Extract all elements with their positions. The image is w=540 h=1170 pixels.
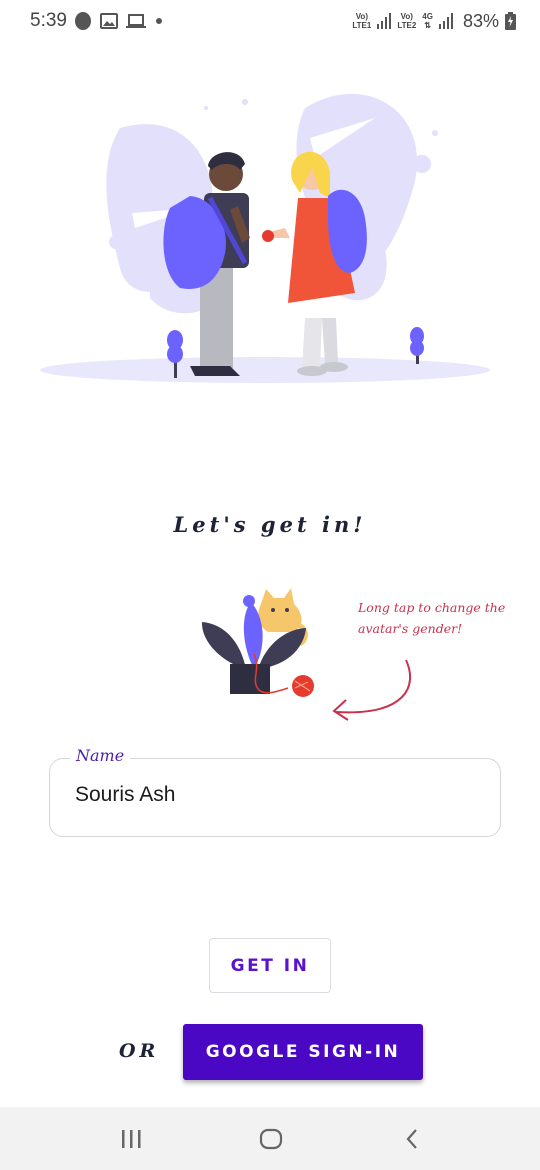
name-field[interactable]: Name Souris Ash [49,746,501,837]
signal-icon [438,13,453,29]
hint-arrow-icon [332,659,411,721]
image-icon [100,13,118,29]
notification-blob-icon [75,12,91,30]
name-field-label: Name [70,746,131,765]
recent-apps-icon [122,1129,141,1148]
battery-charging-icon [505,12,516,30]
signal-icon [377,13,392,29]
navigation-bar [0,1107,540,1170]
status-time: 5:39 [30,10,67,31]
dot-icon [156,18,162,24]
students-illustration [40,93,490,383]
home-icon [259,1128,283,1149]
laptop-icon [126,14,146,28]
home-button[interactable] [231,1107,311,1170]
back-button[interactable] [372,1107,452,1170]
name-field-value[interactable]: Souris Ash [75,783,175,807]
google-sign-in-button[interactable]: GOOGLE SIGN-IN [183,1024,423,1080]
network-type: 4G ⇅ [422,12,433,30]
recent-apps-button[interactable] [91,1107,171,1170]
avatar-hint: Long tap to change the avatar's gender! [358,600,506,636]
back-icon [406,1128,417,1149]
sim2-label: Vo) LTE2 [397,12,417,30]
welcome-heading: Let's get in! [173,512,367,537]
avatar-illustration[interactable] [196,584,318,704]
battery-percent: 83% [462,10,499,31]
status-bar: 5:39 Vo) LTE1 Vo) LTE2 4G ⇅ 83% [0,0,540,44]
sim1-label: Vo) LTE1 [352,12,372,30]
get-in-button[interactable]: GET IN [209,938,331,993]
or-separator: OR [119,1040,160,1062]
